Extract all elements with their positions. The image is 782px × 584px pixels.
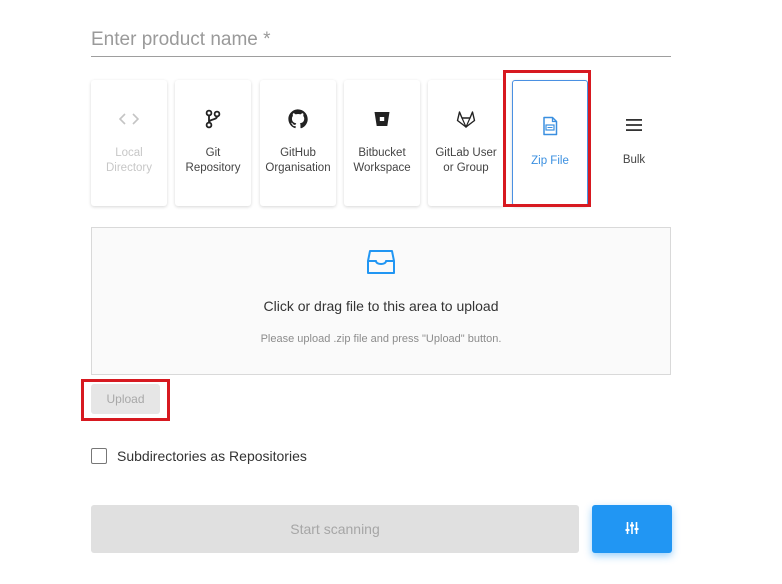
source-card-bitbucket-workspace[interactable]: Bitbucket Workspace xyxy=(344,80,420,206)
source-card-bulk[interactable]: Bulk xyxy=(596,80,672,206)
dropzone-title: Click or drag file to this area to uploa… xyxy=(263,298,499,314)
source-card-github-organisation[interactable]: GitHub Organisation xyxy=(260,80,336,206)
source-card-local-directory[interactable]: Local Directory xyxy=(91,80,167,206)
dropzone-hint: Please upload .zip file and press "Uploa… xyxy=(260,333,502,345)
subdirectories-option[interactable]: Subdirectories as Repositories xyxy=(91,446,307,466)
inbox-icon xyxy=(92,248,670,276)
sliders-icon xyxy=(625,521,639,538)
source-card-gitlab-user-or-group[interactable]: GitLab User or Group xyxy=(428,80,504,206)
source-card-label: GitLab User or Group xyxy=(435,147,497,174)
upload-dropzone[interactable]: Click or drag file to this area to uploa… xyxy=(91,227,671,375)
start-scanning-button[interactable]: Start scanning xyxy=(91,505,579,553)
subdirectories-checkbox[interactable] xyxy=(91,448,107,464)
menu-icon xyxy=(596,114,672,136)
gitlab-icon xyxy=(428,108,504,130)
github-icon xyxy=(260,108,336,130)
source-card-label: Bitbucket Workspace xyxy=(353,147,411,174)
upload-highlight xyxy=(81,379,170,421)
code-icon xyxy=(91,108,167,130)
source-card-label: GitHub Organisation xyxy=(265,147,331,174)
product-name-input[interactable] xyxy=(91,24,671,57)
scan-settings-button[interactable] xyxy=(592,505,672,553)
source-card-label: Git Repository xyxy=(185,147,241,174)
bitbucket-icon xyxy=(344,108,420,130)
source-card-label: Bulk xyxy=(622,154,646,166)
source-card-git-repository[interactable]: Git Repository xyxy=(175,80,251,206)
git-branch-icon xyxy=(175,108,251,130)
subdirectories-label: Subdirectories as Repositories xyxy=(117,448,307,464)
source-card-label: Local Directory xyxy=(105,147,152,174)
zip-file-highlight xyxy=(503,70,591,207)
